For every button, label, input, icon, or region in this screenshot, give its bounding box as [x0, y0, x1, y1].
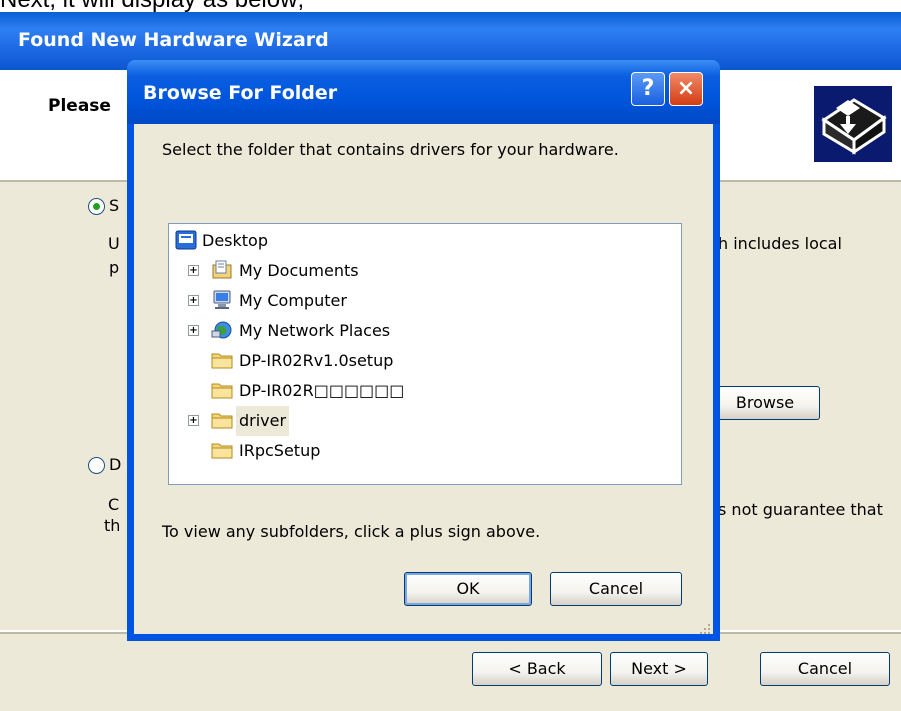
tree-item-label: driver [236, 406, 290, 436]
wizard-cancel-button[interactable]: Cancel [760, 652, 890, 686]
tree-item-folder[interactable]: DP-IR02R□□□□□□ [169, 376, 669, 404]
search-option-line2: U [108, 234, 120, 253]
tree-item-label: My Documents [239, 261, 359, 280]
tree-item-folder[interactable]: DP-IR02Rv1.0setup [169, 346, 669, 374]
close-button[interactable]: × [669, 72, 703, 106]
next-button[interactable]: Next > [610, 652, 708, 686]
dialog-instruction: Select the folder that contains drivers … [162, 140, 619, 159]
search-option-radio[interactable] [88, 198, 105, 215]
expand-icon[interactable]: + [188, 295, 199, 306]
tree-item-label: DP-IR02R□□□□□□ [239, 381, 405, 400]
dialog-client-area: Select the folder that contains drivers … [134, 124, 713, 634]
tree-item-driver[interactable]: + driver [169, 406, 669, 436]
dialog-title: Browse For Folder [143, 82, 338, 104]
tree-item-my-documents[interactable]: + My Documents [169, 256, 669, 284]
tree-item-folder[interactable]: IRpcSetup [169, 436, 669, 464]
dialog-cancel-button[interactable]: Cancel [550, 572, 682, 606]
folder-icon [211, 440, 233, 460]
dialog-title-bar: Browse For Folder ? × [127, 60, 720, 124]
my-documents-icon [211, 260, 233, 280]
help-button[interactable]: ? [631, 72, 665, 106]
wizard-heading: Please [48, 96, 111, 116]
expand-icon[interactable]: + [188, 265, 199, 276]
dont-search-option-line2: C [108, 495, 120, 514]
resize-grip-icon[interactable] [699, 620, 711, 634]
dont-search-option-label[interactable]: D [109, 455, 121, 474]
hardware-install-icon [814, 86, 892, 162]
tree-item-label: My Computer [239, 291, 347, 310]
ok-button[interactable]: OK [404, 572, 532, 606]
my-computer-icon [211, 290, 233, 310]
help-icon: ? [641, 76, 655, 101]
dialog-hint: To view any subfolders, click a plus sig… [162, 522, 541, 541]
network-places-icon [211, 320, 233, 340]
expand-icon[interactable]: + [188, 325, 199, 336]
expand-icon[interactable]: + [188, 415, 199, 426]
tree-item-label: DP-IR02Rv1.0setup [239, 351, 394, 370]
back-button[interactable]: < Back [472, 652, 602, 686]
folder-icon [211, 410, 233, 430]
search-option-label[interactable]: S [109, 196, 119, 215]
search-option-description: h includes local [718, 234, 842, 253]
tree-item-my-computer[interactable]: + My Computer [169, 286, 669, 314]
search-option-line3: p [109, 258, 120, 277]
tree-item-label: My Network Places [239, 321, 391, 340]
tree-item-label: IRpcSetup [239, 441, 321, 460]
desktop-icon [175, 230, 197, 250]
folder-icon [211, 350, 233, 370]
tree-item-my-network-places[interactable]: + My Network Places [169, 316, 669, 344]
folder-tree[interactable]: Desktop + My Documents + My Computer + M… [168, 223, 682, 485]
dont-search-option-description: s not guarantee that [718, 500, 883, 519]
dont-search-option-radio[interactable] [88, 457, 105, 474]
tree-item-label: Desktop [202, 231, 268, 250]
wizard-footer: < Back Next > Cancel [0, 632, 901, 711]
wizard-title: Found New Hardware Wizard [18, 29, 329, 51]
browse-for-folder-dialog: Browse For Folder ? × Select the folder … [127, 60, 720, 641]
close-icon: × [676, 76, 696, 101]
folder-icon [211, 380, 233, 400]
browse-button[interactable]: Browse [710, 386, 820, 420]
dont-search-option-line3: th [104, 516, 121, 535]
